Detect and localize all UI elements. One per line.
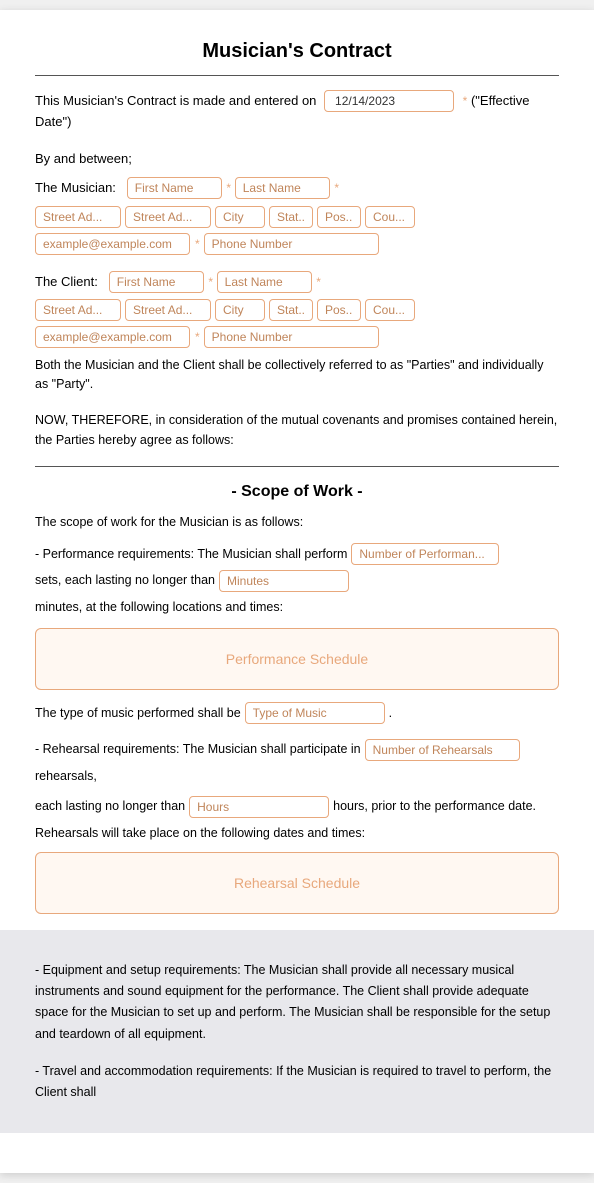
musician-address-row <box>35 206 559 228</box>
hours-input[interactable] <box>189 796 329 818</box>
type-of-music-input[interactable] <box>245 702 385 724</box>
num-rehearsals-input[interactable] <box>365 739 520 761</box>
perf-req-prefix: - Performance requirements: The Musician… <box>35 543 347 566</box>
musician-postal[interactable] <box>317 206 361 228</box>
perf-req-suffix: sets, each lasting no longer than <box>35 569 215 592</box>
musician-contact-row: * <box>35 233 559 255</box>
musician-city[interactable] <box>215 206 265 228</box>
equipment-text: - Equipment and setup requirements: The … <box>35 960 559 1045</box>
client-postal[interactable] <box>317 299 361 321</box>
musician-email[interactable] <box>35 233 190 255</box>
scope-intro: The scope of work for the Musician is as… <box>35 515 559 529</box>
client-state[interactable] <box>269 299 313 321</box>
musician-label: The Musician: <box>35 180 116 195</box>
perf-req-line: - Performance requirements: The Musician… <box>35 543 559 619</box>
musician-first-name[interactable] <box>127 177 222 199</box>
type-music-prefix: The type of music performed shall be <box>35 706 241 720</box>
by-and-between: By and between; <box>35 147 559 170</box>
rehearsal-line: - Rehearsal requirements: The Musician s… <box>35 738 559 787</box>
now-therefore-text: NOW, THEREFORE, in consideration of the … <box>35 410 559 450</box>
minutes-input[interactable] <box>219 570 349 592</box>
musician-last-name[interactable] <box>235 177 330 199</box>
musician-street2[interactable] <box>125 206 211 228</box>
type-music-line: The type of music performed shall be . <box>35 702 559 724</box>
rehearsal-info: Rehearsals will take place on the follow… <box>35 826 559 840</box>
performance-schedule-label: Performance Schedule <box>226 651 368 667</box>
rehearsal-line2: each lasting no longer than hours, prior… <box>35 795 559 818</box>
rehearsal-prefix: - Rehearsal requirements: The Musician s… <box>35 738 361 761</box>
client-last-name[interactable] <box>217 271 312 293</box>
musician-country[interactable] <box>365 206 415 228</box>
rehearsal-suffix: rehearsals, <box>35 765 97 788</box>
gray-section: - Equipment and setup requirements: The … <box>0 930 594 1134</box>
client-street2[interactable] <box>125 299 211 321</box>
page-container: Musician's Contract This Musician's Cont… <box>0 10 594 1173</box>
rehearsal-lasting: each lasting no longer than <box>35 795 185 818</box>
musician-street1[interactable] <box>35 206 121 228</box>
rehearsal-schedule-box[interactable]: Rehearsal Schedule <box>35 852 559 914</box>
intro-line: This Musician's Contract is made and ent… <box>35 90 559 133</box>
musician-section: The Musician: * * <box>35 176 559 200</box>
client-country[interactable] <box>365 299 415 321</box>
client-label: The Client: <box>35 274 98 289</box>
number-of-performances[interactable] <box>351 543 499 565</box>
scope-title: - Scope of Work - <box>35 483 559 501</box>
performance-schedule-box[interactable]: Performance Schedule <box>35 628 559 690</box>
date-asterisk: * <box>463 94 468 108</box>
client-street1[interactable] <box>35 299 121 321</box>
client-first-name[interactable] <box>109 271 204 293</box>
musician-phone[interactable] <box>204 233 379 255</box>
effective-date-input[interactable] <box>324 90 454 112</box>
client-section: The Client: * * <box>35 270 559 294</box>
client-email[interactable] <box>35 326 190 348</box>
intro-text: This Musician's Contract is made and ent… <box>35 93 316 108</box>
client-phone[interactable] <box>204 326 379 348</box>
client-contact-row: * <box>35 326 559 348</box>
scope-divider <box>35 466 559 467</box>
rehearsal-schedule-label: Rehearsal Schedule <box>234 875 360 891</box>
title-divider <box>35 75 559 76</box>
musician-state[interactable] <box>269 206 313 228</box>
both-parties-text: Both the Musician and the Client shall b… <box>35 356 559 394</box>
perf-req-suffix2: minutes, at the following locations and … <box>35 596 283 619</box>
page-title: Musician's Contract <box>35 40 559 63</box>
rehearsal-hours-suffix: hours, prior to the performance date. <box>333 795 536 818</box>
client-city[interactable] <box>215 299 265 321</box>
travel-text: - Travel and accommodation requirements:… <box>35 1061 559 1104</box>
client-address-row <box>35 299 559 321</box>
